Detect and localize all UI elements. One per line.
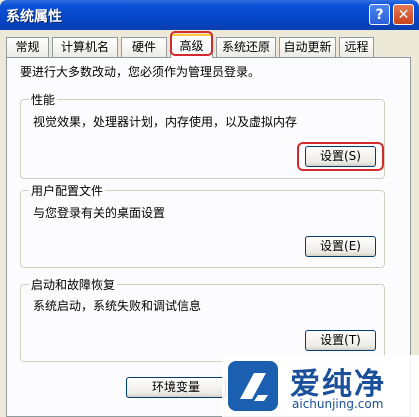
tab-bar: 常规 计算机名 硬件 高级 系统还原 自动更新 远程 (6, 31, 414, 58)
user-profiles-description: 与您登录有关的桌面设置 (33, 206, 166, 220)
watermark-url: aichunjing.com (292, 397, 384, 411)
help-button[interactable]: ? (369, 4, 390, 25)
startup-recovery-group-title: 启动和故障恢复 (29, 276, 118, 293)
watermark: 爱纯净 aichunjing.com (222, 355, 419, 417)
close-icon: ✕ (397, 7, 410, 23)
user-profiles-group-title: 用户配置文件 (29, 182, 106, 199)
window-title: 系统属性 (6, 9, 62, 25)
startup-recovery-description: 系统启动，系统失败和调试信息 (33, 299, 202, 313)
tab-general[interactable]: 常规 (6, 37, 49, 57)
help-icon: ? (375, 7, 384, 23)
title-bar[interactable]: 系统属性 ? ✕ (0, 0, 419, 30)
performance-description: 视觉效果，处理器计划，内存使用，以及虚拟内存 (33, 115, 298, 129)
tab-hardware[interactable]: 硬件 (121, 37, 167, 57)
performance-button-highlight (297, 142, 384, 171)
admin-note: 要进行大多数改动，您必须作为管理员登录。 (20, 65, 261, 79)
environment-variables-button[interactable]: 环境变量 (126, 377, 226, 398)
watermark-logo-icon (228, 361, 278, 411)
startup-recovery-settings-button[interactable]: 设置(T) (305, 330, 376, 351)
user-profiles-settings-button[interactable]: 设置(E) (305, 236, 376, 257)
tab-computer-name[interactable]: 计算机名 (52, 37, 118, 57)
advanced-tab-highlight (170, 31, 213, 56)
tab-system-restore[interactable]: 系统还原 (216, 37, 276, 57)
tab-remote[interactable]: 远程 (339, 37, 374, 57)
performance-group-title: 性能 (29, 91, 58, 108)
close-button[interactable]: ✕ (393, 4, 414, 25)
tab-automatic-updates[interactable]: 自动更新 (279, 37, 336, 57)
